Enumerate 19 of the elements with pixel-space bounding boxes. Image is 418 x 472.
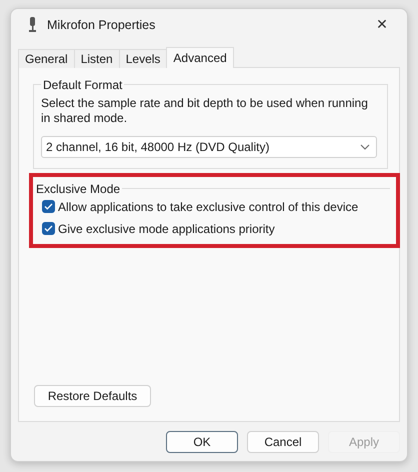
- description-text: Select the sample rate and bit depth to be used when running in shared mode.: [41, 96, 369, 126]
- close-button[interactable]: ✕: [368, 10, 396, 39]
- group-title: Exclusive Mode: [35, 182, 122, 196]
- dialog-button[interactable]: OK: [166, 431, 238, 453]
- window-title: Mikrofon Properties: [47, 18, 156, 32]
- format-dropdown[interactable]: 2 channel, 16 bit, 48000 Hz (DVD Quality): [41, 136, 377, 158]
- tab[interactable]: General: [18, 48, 75, 68]
- checkbox[interactable]: [42, 200, 55, 214]
- tab[interactable]: Advanced: [166, 46, 234, 68]
- checkbox-label: Allow applications to take exclusive control of this device: [58, 200, 358, 214]
- tab[interactable]: Levels: [118, 48, 168, 68]
- dialog-button[interactable]: Cancel: [247, 431, 319, 453]
- microphone-icon: [28, 17, 37, 32]
- chevron-icon: [360, 144, 370, 150]
- group-title: Default Format: [42, 78, 124, 92]
- checkbox-label: Give exclusive mode applications priority: [58, 222, 275, 236]
- restore-defaults-button[interactable]: Restore Defaults: [34, 385, 151, 407]
- tab[interactable]: Listen: [74, 48, 120, 68]
- checkbox[interactable]: [42, 222, 55, 236]
